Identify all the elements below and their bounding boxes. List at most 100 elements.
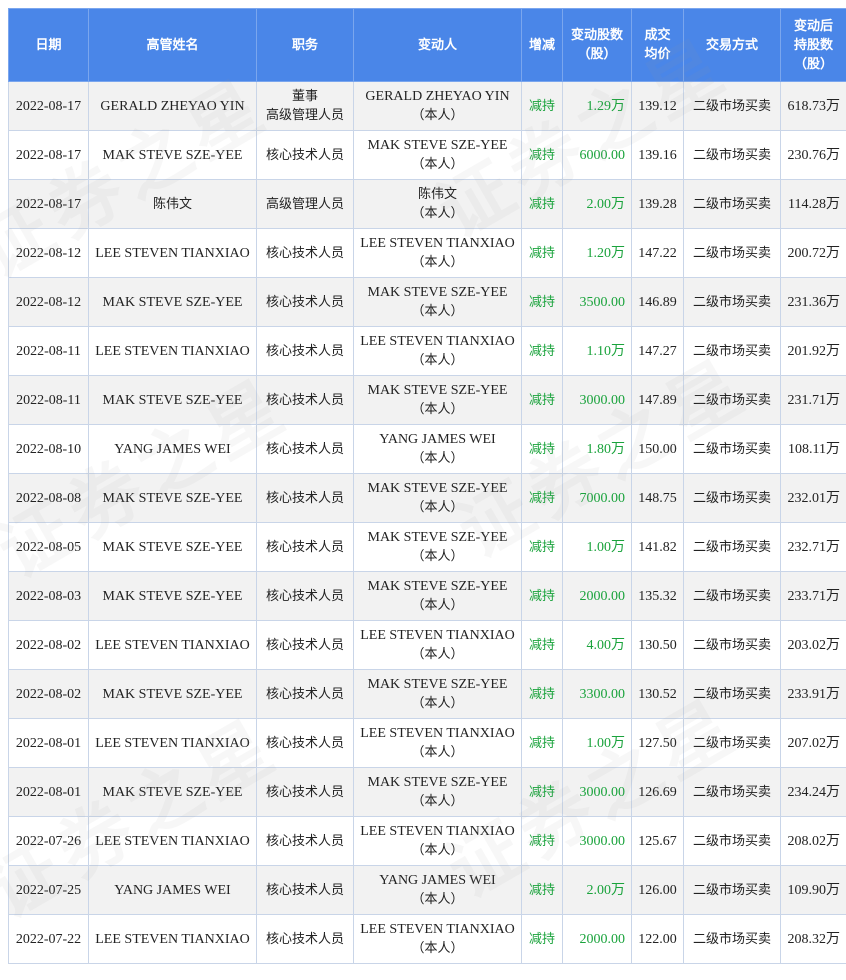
cell-price: 130.52: [631, 669, 684, 719]
cell-changer-line: （本人）: [411, 696, 464, 711]
cell-date: 2022-07-25: [8, 865, 89, 915]
cell-holding: 208.32万: [780, 914, 846, 964]
cell-changer-line: （本人）: [411, 108, 464, 123]
cell-price: 139.12: [631, 81, 684, 131]
cell-changer: GERALD ZHEYAO YIN （本人）: [353, 81, 522, 131]
cell-changer: LEE STEVEN TIANXIAO （本人）: [353, 914, 522, 964]
cell-changer-line: GERALD ZHEYAO YIN: [365, 89, 510, 104]
cell-position: 核心技术人员: [256, 718, 354, 768]
table-row: 2022-07-26 LEE STEVEN TIANXIAO 核心技术人员 LEE S…: [8, 816, 846, 866]
cell-method: 二级市场买卖: [683, 718, 781, 768]
cell-name: YANG JAMES WEI: [88, 865, 257, 915]
cell-name: 陈伟文: [88, 179, 257, 229]
cell-shares: 3000.00: [562, 816, 632, 866]
cell-changer-line: MAK STEVE SZE-YEE: [367, 677, 508, 692]
header-date: 日期: [8, 8, 89, 82]
table-row: 2022-08-03 MAK STEVE SZE-YEE 核心技术人员 MAK STE…: [8, 571, 846, 621]
cell-direction: 减持: [521, 473, 563, 523]
header-holding: 变动后 持股数 （股）: [780, 8, 846, 82]
cell-changer-line: （本人）: [411, 549, 464, 564]
cell-changer-line: （本人）: [411, 304, 464, 319]
cell-date: 2022-07-26: [8, 816, 89, 866]
cell-date: 2022-08-17: [8, 179, 89, 229]
cell-position: 董事 高级管理人员: [256, 81, 354, 131]
cell-position: 核心技术人员: [256, 865, 354, 915]
cell-direction: 减持: [521, 375, 563, 425]
cell-shares: 1.80万: [562, 424, 632, 474]
cell-price: 147.27: [631, 326, 684, 376]
cell-changer-line: （本人）: [411, 843, 464, 858]
cell-holding: 230.76万: [780, 130, 846, 180]
cell-method: 二级市场买卖: [683, 914, 781, 964]
header-holding-line: 变动后: [793, 18, 833, 34]
cell-position: 核心技术人员: [256, 816, 354, 866]
cell-changer: MAK STEVE SZE-YEE （本人）: [353, 767, 522, 817]
cell-changer-line: （本人）: [411, 892, 464, 907]
cell-price: 150.00: [631, 424, 684, 474]
cell-shares: 1.00万: [562, 522, 632, 572]
cell-direction: 减持: [521, 718, 563, 768]
cell-direction: 减持: [521, 816, 563, 866]
cell-changer-line: （本人）: [411, 598, 464, 613]
cell-price: 141.82: [631, 522, 684, 572]
header-direction: 增减: [521, 8, 563, 82]
cell-changer-line: LEE STEVEN TIANXIAO: [360, 824, 515, 839]
table-row: 2022-08-08 MAK STEVE SZE-YEE 核心技术人员 MAK STE…: [8, 473, 846, 523]
table-row: 2022-07-25 YANG JAMES WEI 核心技术人员 YANG JAMES…: [8, 865, 846, 915]
cell-direction: 减持: [521, 669, 563, 719]
table-row: 2022-07-22 LEE STEVEN TIANXIAO 核心技术人员 LEE S…: [8, 914, 846, 964]
cell-changer-line: MAK STEVE SZE-YEE: [367, 579, 508, 594]
cell-shares: 3500.00: [562, 277, 632, 327]
cell-shares: 4.00万: [562, 620, 632, 670]
cell-date: 2022-08-11: [8, 375, 89, 425]
cell-changer: MAK STEVE SZE-YEE （本人）: [353, 277, 522, 327]
cell-shares: 6000.00: [562, 130, 632, 180]
cell-holding: 231.71万: [780, 375, 846, 425]
cell-changer: 陈伟文 （本人）: [353, 179, 522, 229]
cell-changer: LEE STEVEN TIANXIAO （本人）: [353, 228, 522, 278]
insider-trading-table: 日期 高管姓名 职务 变动人 增减 变动股数 （股） 成交 均价 交易方式 变动…: [8, 8, 846, 964]
cell-date: 2022-07-22: [8, 914, 89, 964]
cell-name: MAK STEVE SZE-YEE: [88, 522, 257, 572]
cell-name: GERALD ZHEYAO YIN: [88, 81, 257, 131]
cell-price: 147.89: [631, 375, 684, 425]
cell-changer-line: LEE STEVEN TIANXIAO: [360, 628, 515, 643]
cell-method: 二级市场买卖: [683, 669, 781, 719]
cell-shares: 2000.00: [562, 914, 632, 964]
cell-shares: 2.00万: [562, 179, 632, 229]
table-row: 2022-08-17 陈伟文 高级管理人员 陈伟文 （本人） 减持 2.00万 139.28 二…: [8, 179, 846, 229]
cell-changer-line: （本人）: [411, 255, 464, 270]
cell-direction: 减持: [521, 620, 563, 670]
cell-position: 核心技术人员: [256, 767, 354, 817]
cell-changer-line: LEE STEVEN TIANXIAO: [360, 726, 515, 741]
cell-changer: LEE STEVEN TIANXIAO （本人）: [353, 620, 522, 670]
cell-name: MAK STEVE SZE-YEE: [88, 277, 257, 327]
cell-name: LEE STEVEN TIANXIAO: [88, 816, 257, 866]
cell-position: 核心技术人员: [256, 228, 354, 278]
cell-method: 二级市场买卖: [683, 130, 781, 180]
cell-holding: 233.71万: [780, 571, 846, 621]
cell-name: YANG JAMES WEI: [88, 424, 257, 474]
cell-position: 核心技术人员: [256, 571, 354, 621]
cell-holding: 233.91万: [780, 669, 846, 719]
cell-date: 2022-08-01: [8, 718, 89, 768]
cell-method: 二级市场买卖: [683, 816, 781, 866]
cell-changer-line: （本人）: [411, 500, 464, 515]
cell-changer: LEE STEVEN TIANXIAO （本人）: [353, 816, 522, 866]
cell-changer: YANG JAMES WEI （本人）: [353, 865, 522, 915]
cell-changer-line: （本人）: [411, 647, 464, 662]
cell-date: 2022-08-17: [8, 81, 89, 131]
table-row: 2022-08-12 MAK STEVE SZE-YEE 核心技术人员 MAK STE…: [8, 277, 846, 327]
table-row: 2022-08-17 MAK STEVE SZE-YEE 核心技术人员 MAK STE…: [8, 130, 846, 180]
cell-changer-line: （本人）: [411, 794, 464, 809]
header-position: 职务: [256, 8, 354, 82]
cell-name: LEE STEVEN TIANXIAO: [88, 326, 257, 376]
cell-direction: 减持: [521, 522, 563, 572]
cell-shares: 2000.00: [562, 571, 632, 621]
cell-date: 2022-08-03: [8, 571, 89, 621]
table-row: 2022-08-10 YANG JAMES WEI 核心技术人员 YANG JAMES…: [8, 424, 846, 474]
cell-changer-line: （本人）: [411, 451, 464, 466]
cell-changer-line: MAK STEVE SZE-YEE: [367, 383, 508, 398]
cell-changer: MAK STEVE SZE-YEE （本人）: [353, 375, 522, 425]
cell-price: 139.16: [631, 130, 684, 180]
